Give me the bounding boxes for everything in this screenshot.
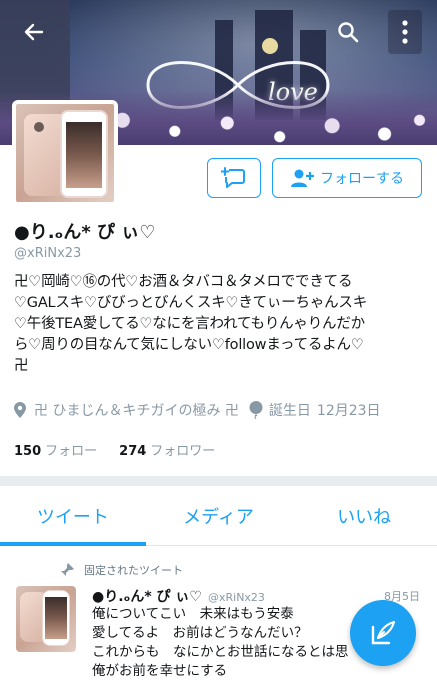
- following-count: 150: [14, 444, 42, 459]
- back-button[interactable]: [16, 14, 52, 50]
- compose-tweet-button[interactable]: [350, 600, 416, 666]
- birthday-label: 誕生日: [268, 403, 311, 419]
- follow-counts: 150 フォロー 274 フォロワー: [14, 440, 215, 459]
- more-options-button[interactable]: [388, 10, 422, 54]
- tweet-line: これからも なにかとお世話になるとは思: [92, 644, 349, 660]
- followers-link[interactable]: 274 フォロワー: [119, 440, 215, 459]
- section-divider: [0, 476, 437, 486]
- tab-media[interactable]: メディア: [146, 486, 292, 545]
- arrow-left-icon: [24, 23, 44, 41]
- avatar-phone-camera: [34, 122, 44, 132]
- birthday-value: 12月23日: [316, 403, 381, 419]
- location-text: 卍 ひまじん＆キチガイの極み 卍: [34, 403, 239, 419]
- tab-tweets[interactable]: ツイート: [0, 486, 146, 546]
- profile-tabs: ツイート メディア いいね: [0, 486, 437, 546]
- profile-meta: 卍 ひまじん＆キチガイの極み 卍 誕生日 12月23日: [14, 400, 426, 420]
- more-vertical-icon: [402, 20, 408, 44]
- compose-icon: [371, 620, 396, 645]
- message-icon: [221, 167, 245, 188]
- bio-line: ら♡周りの目なんて気にしない♡followまってるよん♡: [14, 337, 364, 353]
- tweet-header: ●り.ₒん* ぴ ぃ♡ @xRiNx23: [92, 586, 265, 606]
- profile-handle: @xRiNx23: [14, 246, 82, 261]
- tweet-avatar-phone-front: [42, 590, 70, 646]
- pinned-label: 固定されたツイート: [84, 564, 183, 577]
- balloon-icon: [249, 401, 263, 419]
- tweet-text[interactable]: 俺についてこい 未来はもう安泰 愛してるよ お前はどうなんだい？ これからも な…: [92, 605, 372, 680]
- display-name: ●り.ₒん* ぴ ぃ♡: [14, 222, 156, 243]
- profile-avatar[interactable]: [12, 100, 118, 206]
- avatar-phone-screen: [66, 122, 102, 188]
- direct-message-button[interactable]: [207, 158, 261, 198]
- followers-label: フォロワー: [150, 444, 216, 459]
- tweet-line: 俺がお前を幸せにする: [92, 663, 228, 679]
- location-pin-icon: [14, 402, 26, 418]
- avatar-image: [16, 104, 114, 202]
- bio-line: ♡午後TEA愛してる♡なにを言われてもりんゃりんだか: [14, 316, 365, 332]
- tweet-avatar[interactable]: [16, 586, 76, 652]
- tweet-line: 俺についてこい 未来はもう安泰: [92, 606, 294, 622]
- profile-location: 卍 ひまじん＆キチガイの極み 卍: [14, 400, 239, 420]
- tweet-line: 愛してるよ お前はどうなんだい？: [92, 625, 308, 641]
- person-add-icon: [291, 169, 314, 187]
- bio-line: ♡GALスキ♡びびっとびんくスキ♡きてぃーちゃんスキ: [14, 295, 368, 311]
- follow-button-label: フォローする: [320, 171, 404, 187]
- search-icon: [338, 22, 359, 43]
- profile-birthday: 誕生日 12月23日: [249, 400, 381, 420]
- pinned-tweet-header: 固定されたツイート: [60, 562, 183, 578]
- avatar-phone-front: [60, 110, 108, 198]
- bio-line: 卍: [14, 358, 29, 374]
- tweet-avatar-phone-screen: [45, 597, 67, 639]
- following-link[interactable]: 150 フォロー: [14, 440, 97, 459]
- followers-count: 274: [119, 444, 147, 459]
- bio-line: 卍♡岡崎♡⑯の代♡お酒＆タバコ＆タメロでできてる: [14, 274, 353, 290]
- tweet-author-handle: @xRiNx23: [207, 591, 265, 604]
- tab-likes[interactable]: いいね: [291, 486, 437, 545]
- search-button[interactable]: [330, 14, 366, 50]
- following-label: フォロー: [45, 444, 98, 459]
- tweet-author-name: ●り.ₒん* ぴ ぃ♡: [92, 589, 202, 605]
- profile-bio: 卍♡岡崎♡⑯の代♡お酒＆タバコ＆タメロでできてる ♡GALスキ♡びびっとびんくス…: [14, 272, 426, 377]
- follow-button[interactable]: フォローする: [272, 158, 422, 198]
- pin-icon: [61, 563, 74, 576]
